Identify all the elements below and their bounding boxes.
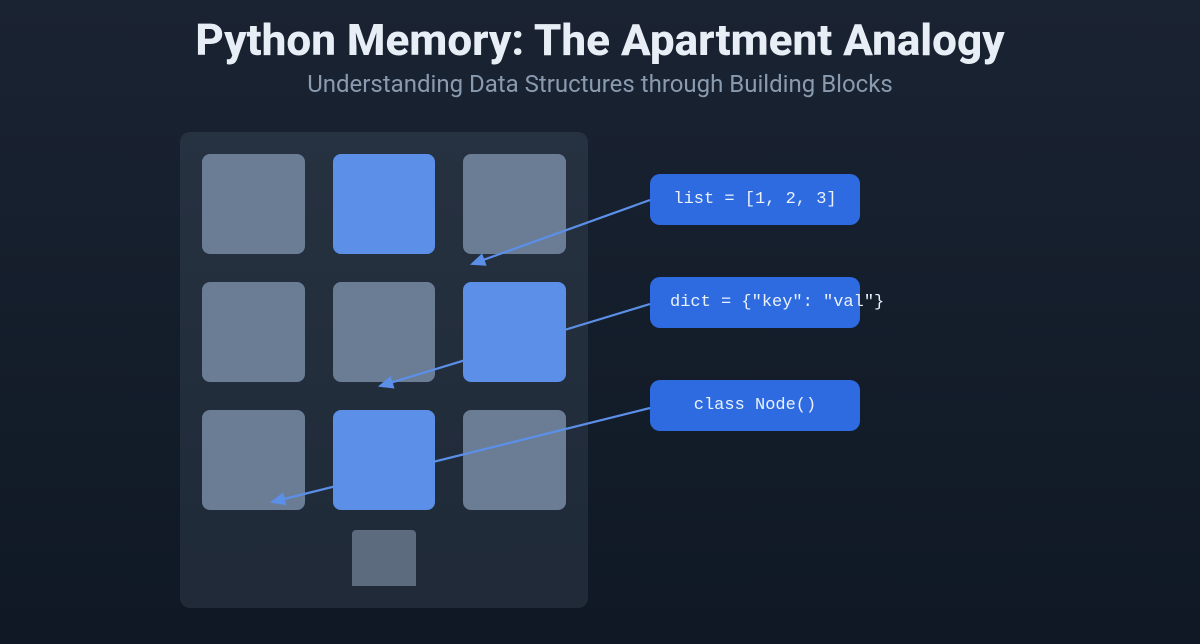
apartment-grid bbox=[202, 154, 566, 510]
apartment-cell-active bbox=[333, 410, 436, 510]
page-subtitle: Understanding Data Structures through Bu… bbox=[0, 70, 1200, 98]
page-title: Python Memory: The Apartment Analogy bbox=[0, 14, 1200, 66]
apartment-cell bbox=[463, 410, 566, 510]
apartment-building bbox=[180, 132, 588, 608]
code-label-dict: dict = {"key": "val"} bbox=[650, 277, 860, 328]
apartment-cell bbox=[202, 282, 305, 382]
apartment-cell bbox=[202, 154, 305, 254]
apartment-cell-active bbox=[333, 154, 436, 254]
apartment-cell bbox=[202, 410, 305, 510]
code-label-list: list = [1, 2, 3] bbox=[650, 174, 860, 225]
code-labels: list = [1, 2, 3] dict = {"key": "val"} c… bbox=[650, 174, 860, 431]
apartment-cell bbox=[463, 154, 566, 254]
apartment-cell bbox=[333, 282, 436, 382]
building-door bbox=[352, 530, 416, 586]
code-label-class: class Node() bbox=[650, 380, 860, 431]
apartment-cell-active bbox=[463, 282, 566, 382]
door-row bbox=[202, 530, 566, 586]
